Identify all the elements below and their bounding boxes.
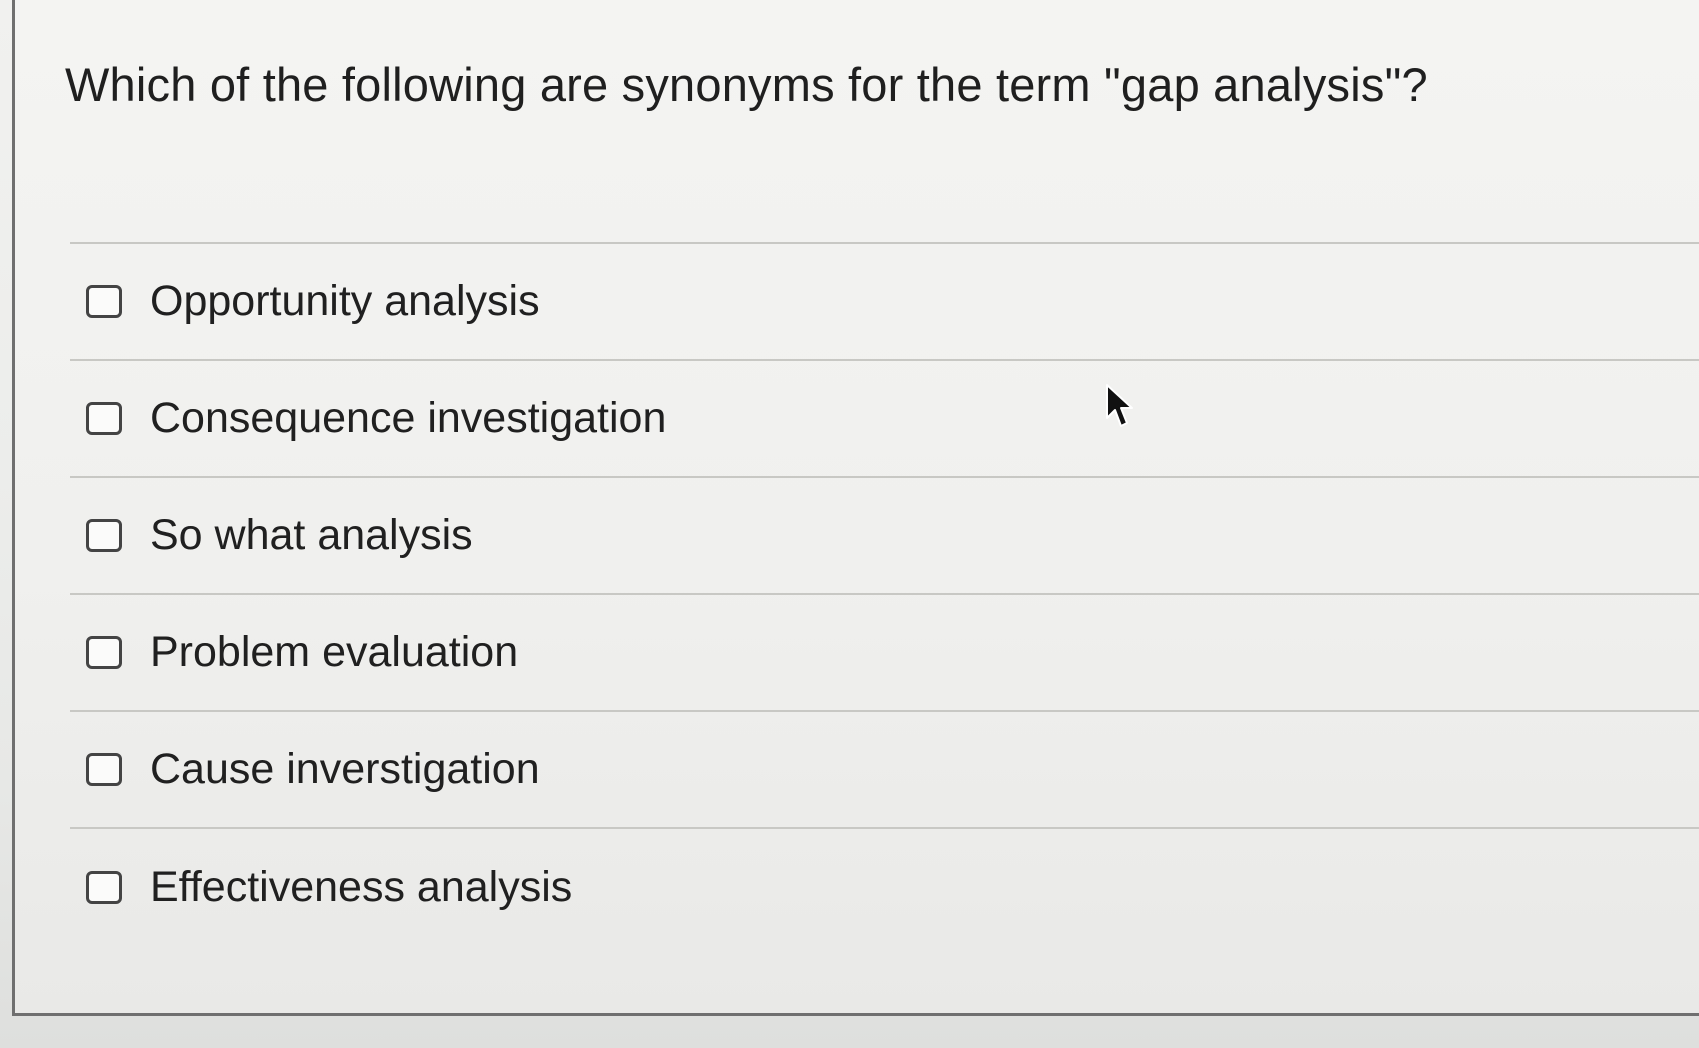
answer-option-label: So what analysis	[150, 511, 473, 559]
answer-option[interactable]: Opportunity analysis	[70, 244, 1699, 361]
answer-option-label: Consequence investigation	[150, 394, 667, 442]
answer-option-label: Cause inverstigation	[150, 745, 540, 793]
checkbox-icon[interactable]	[86, 285, 122, 318]
answer-option-label: Effectiveness analysis	[150, 863, 573, 911]
checkbox-icon[interactable]	[86, 753, 122, 786]
answer-option[interactable]: Cause inverstigation	[70, 712, 1699, 829]
answer-option[interactable]: So what analysis	[70, 478, 1699, 595]
checkbox-icon[interactable]	[86, 871, 122, 904]
answer-option[interactable]: Effectiveness analysis	[70, 829, 1699, 946]
checkbox-icon[interactable]	[86, 402, 122, 435]
answer-option[interactable]: Consequence investigation	[70, 361, 1699, 478]
answer-option[interactable]: Problem evaluation	[70, 595, 1699, 712]
screen-background: Which of the following are synonyms for …	[0, 0, 1699, 1048]
answer-option-label: Problem evaluation	[150, 628, 519, 676]
quiz-question-panel: Which of the following are synonyms for …	[12, 0, 1699, 1016]
checkbox-icon[interactable]	[86, 636, 122, 669]
answer-options-list: Opportunity analysis Consequence investi…	[70, 242, 1699, 946]
answer-option-label: Opportunity analysis	[150, 277, 540, 325]
question-text: Which of the following are synonyms for …	[65, 58, 1428, 111]
checkbox-icon[interactable]	[86, 519, 122, 552]
